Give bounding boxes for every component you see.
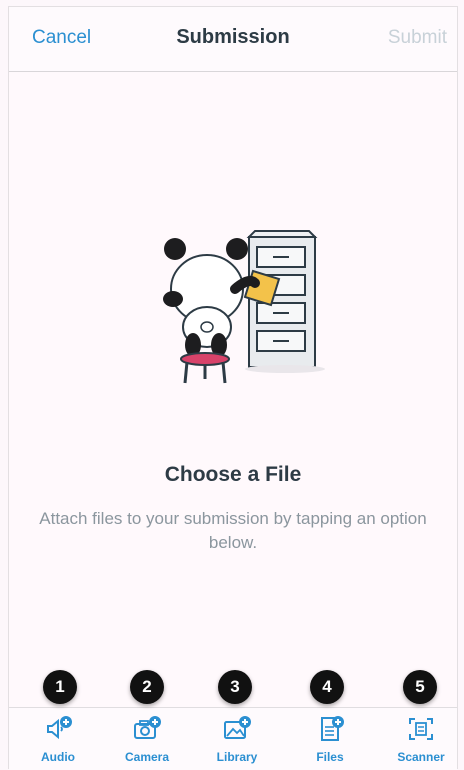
files-tab-label: Files: [316, 750, 344, 764]
library-tab-label: Library: [216, 750, 258, 764]
camera-tab[interactable]: Camera: [107, 708, 187, 770]
step-badge: 5: [403, 670, 437, 704]
step-badge: 2: [130, 670, 164, 704]
empty-state-title: Choose a File: [164, 463, 302, 486]
files-tab[interactable]: Files: [290, 708, 370, 770]
scanner-icon: [409, 718, 433, 740]
audio-tab[interactable]: Audio: [18, 708, 98, 770]
camera-add-icon: [134, 716, 161, 739]
camera-tab-label: Camera: [124, 750, 170, 764]
scanner-tab-label: Scanner: [397, 750, 445, 764]
scanner-tab[interactable]: Scanner: [381, 708, 461, 770]
panda-filing-cabinet-illustration: [163, 230, 325, 384]
files-add-icon: [321, 716, 344, 741]
library-add-icon: [224, 716, 251, 739]
navigation-bar: Cancel Submission Submit: [9, 7, 457, 72]
submit-button[interactable]: Submit: [388, 27, 447, 49]
empty-state-message: Attach files to your submission by tappi…: [39, 509, 427, 552]
audio-tab-label: Audio: [41, 750, 75, 764]
step-badge: 1: [43, 670, 77, 704]
step-badge: 3: [218, 670, 252, 704]
library-tab[interactable]: Library: [197, 708, 277, 770]
step-badge: 4: [310, 670, 344, 704]
audio-add-icon: [47, 716, 72, 740]
attachment-options-bar: Audio Camera Library Files Scanner: [9, 707, 457, 770]
submission-screen: Cancel Submission Submit Choose a File A…: [8, 6, 458, 770]
